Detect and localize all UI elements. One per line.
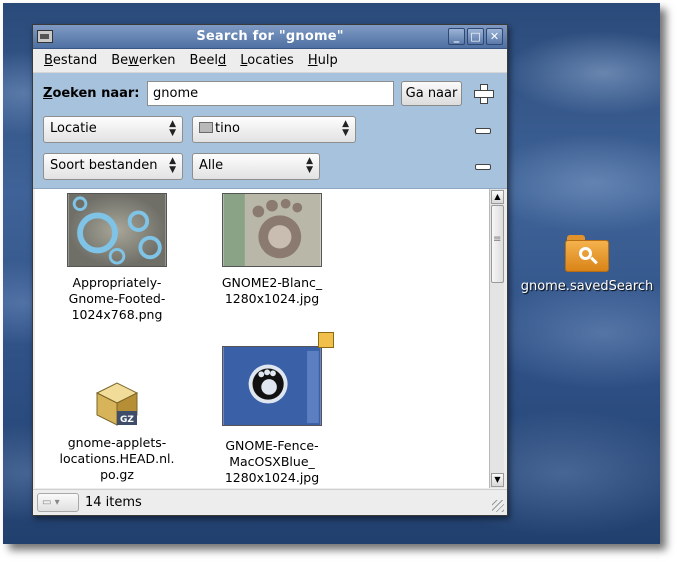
- minimize-button[interactable]: _: [448, 28, 465, 45]
- menu-beeld[interactable]: Beeld: [182, 53, 233, 68]
- criterion-type-location[interactable]: Locatie ▲ ▼: [43, 116, 183, 143]
- maximize-button[interactable]: □: [467, 28, 484, 45]
- updown-arrow-icon: ▲ ▼: [342, 119, 349, 138]
- file-item[interactable]: GNOME2-Blanc_ 1280x1024.jpg: [207, 193, 337, 307]
- file-item[interactable]: GNOME-Fence- MacOSXBlue_ 1280x1024.jpg: [207, 332, 337, 486]
- search-window: Search for "gnome" _ □ ✕ Bestand Bewerke…: [32, 24, 508, 516]
- lock-icon: [318, 332, 334, 348]
- updown-arrow-icon: ▲ ▼: [169, 156, 176, 175]
- item-count: 14 items: [85, 495, 142, 510]
- remove-criterion-button[interactable]: [475, 128, 491, 134]
- scroll-thumb[interactable]: [491, 205, 504, 283]
- status-bar: ▭ ▾ 14 items: [33, 489, 507, 515]
- updown-arrow-icon: ▲ ▼: [169, 119, 176, 138]
- saved-search-folder-icon: [565, 235, 609, 273]
- menu-bestand[interactable]: Bestand: [37, 53, 104, 68]
- file-name: GNOME2-Blanc_ 1280x1024.jpg: [221, 275, 323, 306]
- desktop-icon-label: gnome.savedSearch: [520, 279, 654, 294]
- updown-arrow-icon: ▲ ▼: [306, 156, 313, 175]
- resize-grip[interactable]: [492, 500, 504, 512]
- go-button[interactable]: Ga naar: [401, 81, 462, 106]
- file-item[interactable]: GZ gnome-applets- locations.HEAD.nl. po.…: [52, 373, 182, 483]
- folder-menu-button[interactable]: ▭ ▾: [37, 493, 79, 512]
- results-view[interactable]: Appropriately- Gnome-Footed- 1024x768.pn…: [35, 189, 489, 488]
- vertical-scrollbar[interactable]: ▲ ▼: [489, 189, 504, 488]
- file-name: Appropriately- Gnome-Footed- 1024x768.pn…: [68, 275, 166, 322]
- menu-bewerken[interactable]: Bewerken: [104, 53, 182, 68]
- location-chooser[interactable]: tino ▲ ▼: [192, 116, 356, 143]
- search-bar: Zoeken naar: Ga naar Locatie ▲▼ tino ▲▼ …: [33, 73, 507, 189]
- scroll-up-button[interactable]: ▲: [491, 190, 504, 204]
- menu-bar: Bestand Bewerken Beeld Locaties Hulp: [33, 49, 507, 73]
- search-label: Zoeken naar:: [43, 86, 140, 101]
- svg-text:GZ: GZ: [120, 415, 134, 425]
- file-name: GNOME-Fence- MacOSXBlue_ 1280x1024.jpg: [224, 438, 320, 485]
- search-input[interactable]: [147, 81, 394, 106]
- desktop-icon-saved-search[interactable]: gnome.savedSearch: [512, 235, 662, 294]
- menu-locaties[interactable]: Locaties: [233, 53, 301, 68]
- image-thumbnail-icon: [67, 193, 167, 267]
- filetype-chooser[interactable]: Alle ▲ ▼: [192, 153, 320, 180]
- title-bar[interactable]: Search for "gnome" _ □ ✕: [33, 25, 507, 49]
- plus-icon: [474, 84, 494, 104]
- window-title: Search for "gnome": [196, 29, 344, 44]
- add-criterion-button[interactable]: [471, 81, 495, 105]
- image-thumbnail-icon: [222, 346, 322, 426]
- criterion-type-filetype[interactable]: Soort bestanden ▲ ▼: [43, 153, 183, 180]
- scroll-down-button[interactable]: ▼: [491, 473, 504, 487]
- archive-file-icon: GZ: [95, 382, 139, 426]
- file-name: gnome-applets- locations.HEAD.nl. po.gz: [59, 435, 175, 482]
- menu-hulp[interactable]: Hulp: [301, 53, 345, 68]
- folder-icon: [199, 122, 213, 133]
- image-thumbnail-icon: [222, 193, 322, 267]
- remove-criterion-button[interactable]: [475, 164, 491, 170]
- close-button[interactable]: ✕: [486, 28, 503, 45]
- file-item[interactable]: Appropriately- Gnome-Footed- 1024x768.pn…: [52, 193, 182, 323]
